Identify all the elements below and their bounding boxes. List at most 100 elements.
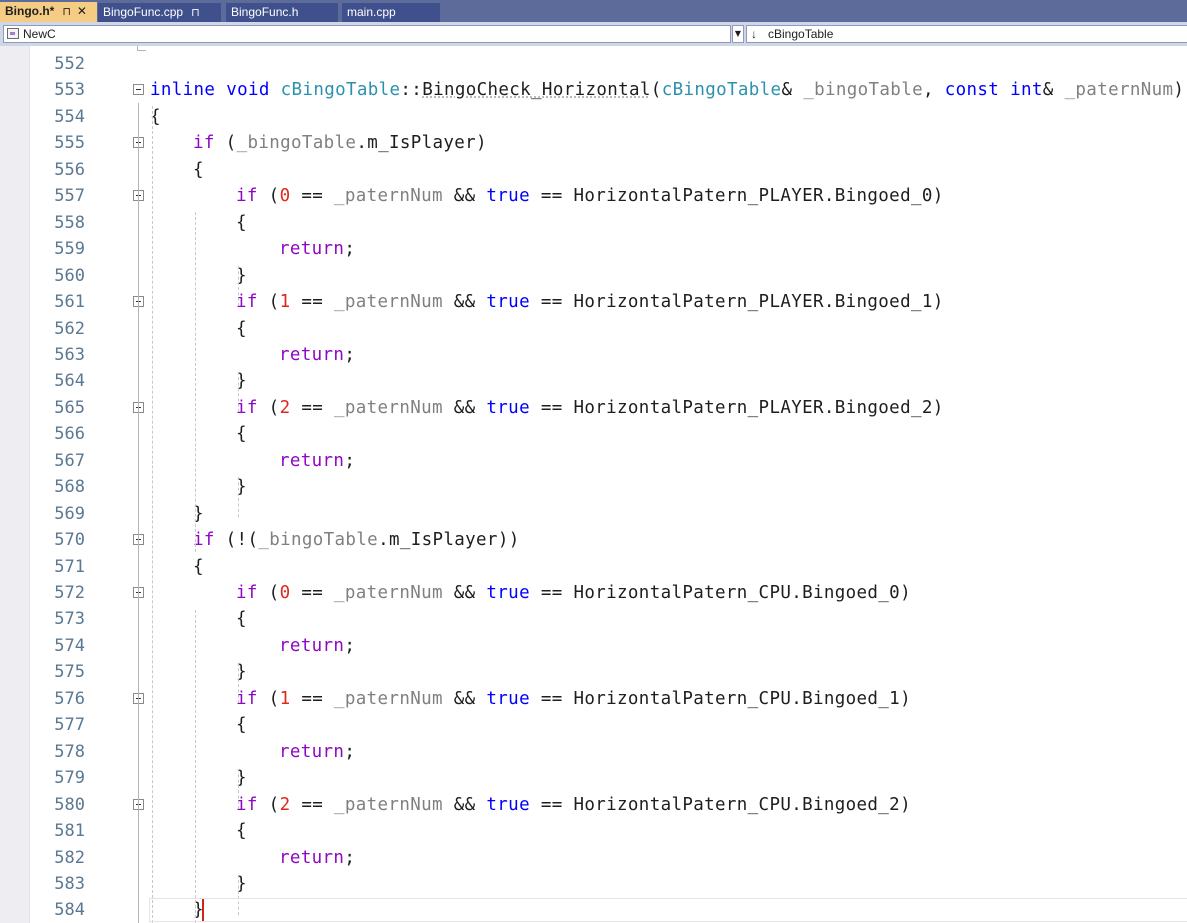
code-line[interactable]: 567 return;	[31, 448, 1187, 474]
tab-bingofunc-h[interactable]: BingoFunc.h	[226, 3, 338, 22]
code-line[interactable]: 576 if (1 == _paternNum && true == Horizo…	[31, 686, 1187, 712]
code-line[interactable]: 566 {	[31, 421, 1187, 447]
code-line[interactable]: 568}	[31, 474, 1187, 500]
code-text: {	[193, 554, 204, 580]
line-number: 554	[54, 106, 85, 127]
code-token: if	[193, 530, 215, 551]
code-token: 2	[279, 397, 291, 418]
code-token: true	[486, 292, 530, 313]
code-token: ==	[290, 186, 334, 207]
code-line[interactable]: 555 if (_bingoTable.m_IsPlayer)	[31, 130, 1187, 156]
code-line[interactable]: 569}	[31, 501, 1187, 527]
code-line[interactable]: 581 {	[31, 818, 1187, 844]
line-number: 567	[54, 450, 85, 471]
code-line[interactable]: 575}	[31, 659, 1187, 685]
code-line[interactable]: 571 {	[31, 554, 1187, 580]
line-number: 568	[54, 477, 85, 498]
code-line[interactable]: 574 return;	[31, 633, 1187, 659]
text-caret	[202, 899, 204, 921]
code-line[interactable]: 554{	[31, 104, 1187, 130]
tab-bingo-h[interactable]: Bingo.h* ⊓ ✕	[0, 2, 97, 22]
code-token: _paternNum	[334, 397, 443, 418]
code-token: &&	[442, 186, 487, 207]
indent-guide	[238, 372, 239, 412]
line-number: 563	[54, 344, 85, 365]
line-number: 570	[54, 530, 85, 551]
code-line[interactable]: 563 return;	[31, 342, 1187, 368]
scope-dropdown[interactable]: NewC	[3, 25, 731, 43]
code-line[interactable]: 580 if (2 == _paternNum && true == Horizo…	[31, 792, 1187, 818]
tab-bingofunc-cpp[interactable]: BingoFunc.cpp ⊓	[98, 3, 221, 22]
code-line[interactable]: 565 if (2 == _paternNum && true == Horizo…	[31, 395, 1187, 421]
navigation-bar: NewC ▼ ↓ cBingoTable	[0, 22, 1187, 46]
code-line[interactable]: 564}	[31, 368, 1187, 394]
current-line-highlight	[149, 898, 1187, 922]
tab-main-cpp[interactable]: main.cpp	[342, 3, 440, 22]
code-token: ;	[344, 635, 356, 656]
selection-margin[interactable]	[0, 46, 30, 923]
code-line[interactable]: 557 if (0 == _paternNum && true == Horizo…	[31, 183, 1187, 209]
code-token: _paternNum	[334, 292, 443, 313]
code-line[interactable]: 558 {	[31, 210, 1187, 236]
code-line[interactable]: 570 if (!(_bingoTable.m_IsPlayer))	[31, 527, 1187, 553]
code-token: if	[236, 186, 258, 207]
code-line[interactable]: 578 return;	[31, 739, 1187, 765]
line-number: 582	[54, 847, 85, 868]
pin-icon[interactable]: ⊓	[62, 3, 71, 22]
line-number: 557	[54, 186, 85, 207]
code-token: cBingoTable	[280, 80, 401, 101]
line-number: 584	[54, 900, 85, 921]
collapse-icon[interactable]	[133, 84, 144, 96]
code-token: (	[257, 794, 280, 815]
code-token: if	[236, 794, 258, 815]
code-area[interactable]: 552553 inline void cBingoTable::BingoChec…	[31, 46, 1187, 923]
code-line[interactable]: 573 {	[31, 606, 1187, 632]
line-number: 564	[54, 371, 85, 392]
indent-guide	[238, 477, 239, 517]
chevron-down-icon[interactable]: ▼	[732, 25, 744, 43]
code-line[interactable]: 559 return;	[31, 236, 1187, 262]
code-editor[interactable]: 552553 inline void cBingoTable::BingoChec…	[0, 46, 1187, 923]
code-token: return	[279, 239, 345, 260]
code-line[interactable]: 553 inline void cBingoTable::BingoCheck_H…	[31, 77, 1187, 103]
code-line[interactable]: 561 if (1 == _paternNum && true == Horizo…	[31, 289, 1187, 315]
close-icon[interactable]: ✕	[77, 2, 87, 21]
code-line[interactable]: 577 {	[31, 712, 1187, 738]
code-token: &&	[442, 794, 487, 815]
line-number: 552	[54, 54, 85, 74]
code-token: (	[650, 80, 662, 101]
code-line[interactable]: 579}	[31, 765, 1187, 791]
code-line[interactable]: 572 if (0 == _paternNum && true == Horizo…	[31, 580, 1187, 606]
code-text: if (_bingoTable.m_IsPlayer)	[193, 130, 487, 156]
code-text: {	[236, 818, 247, 844]
code-token: {	[193, 556, 204, 577]
scope-value: NewC	[23, 27, 56, 41]
line-number: 560	[54, 265, 85, 286]
code-line[interactable]: 583}	[31, 871, 1187, 897]
code-line[interactable]: 582 return;	[31, 845, 1187, 871]
code-token: == HorizontalPatern_CPU.Bingoed_0)	[529, 583, 911, 603]
line-number: 574	[54, 635, 85, 656]
code-line[interactable]: 562 {	[31, 316, 1187, 342]
code-text: if (0 == _paternNum && true == Horizonta…	[236, 580, 911, 606]
code-line[interactable]: 556 {	[31, 157, 1187, 183]
code-text: return;	[279, 236, 355, 262]
line-number: 565	[54, 397, 85, 418]
code-token: ==	[290, 292, 334, 313]
code-token: void	[226, 80, 270, 101]
code-line[interactable]: 560}	[31, 263, 1187, 289]
member-dropdown[interactable]: ↓ cBingoTable	[746, 25, 1187, 43]
code-line[interactable]: 552	[31, 51, 1187, 77]
code-text: {	[236, 210, 247, 236]
line-number: 581	[54, 821, 85, 842]
pin-icon[interactable]: ⊓	[191, 4, 200, 23]
line-number: 580	[54, 794, 85, 815]
code-token: _paternNum	[334, 583, 443, 603]
code-token: ,	[922, 80, 945, 101]
tab-label: BingoFunc.cpp	[103, 5, 184, 19]
code-token: &&	[442, 397, 487, 418]
code-token: )	[1173, 80, 1185, 101]
code-token: _bingoTable	[258, 530, 379, 551]
line-number: 559	[54, 239, 85, 260]
